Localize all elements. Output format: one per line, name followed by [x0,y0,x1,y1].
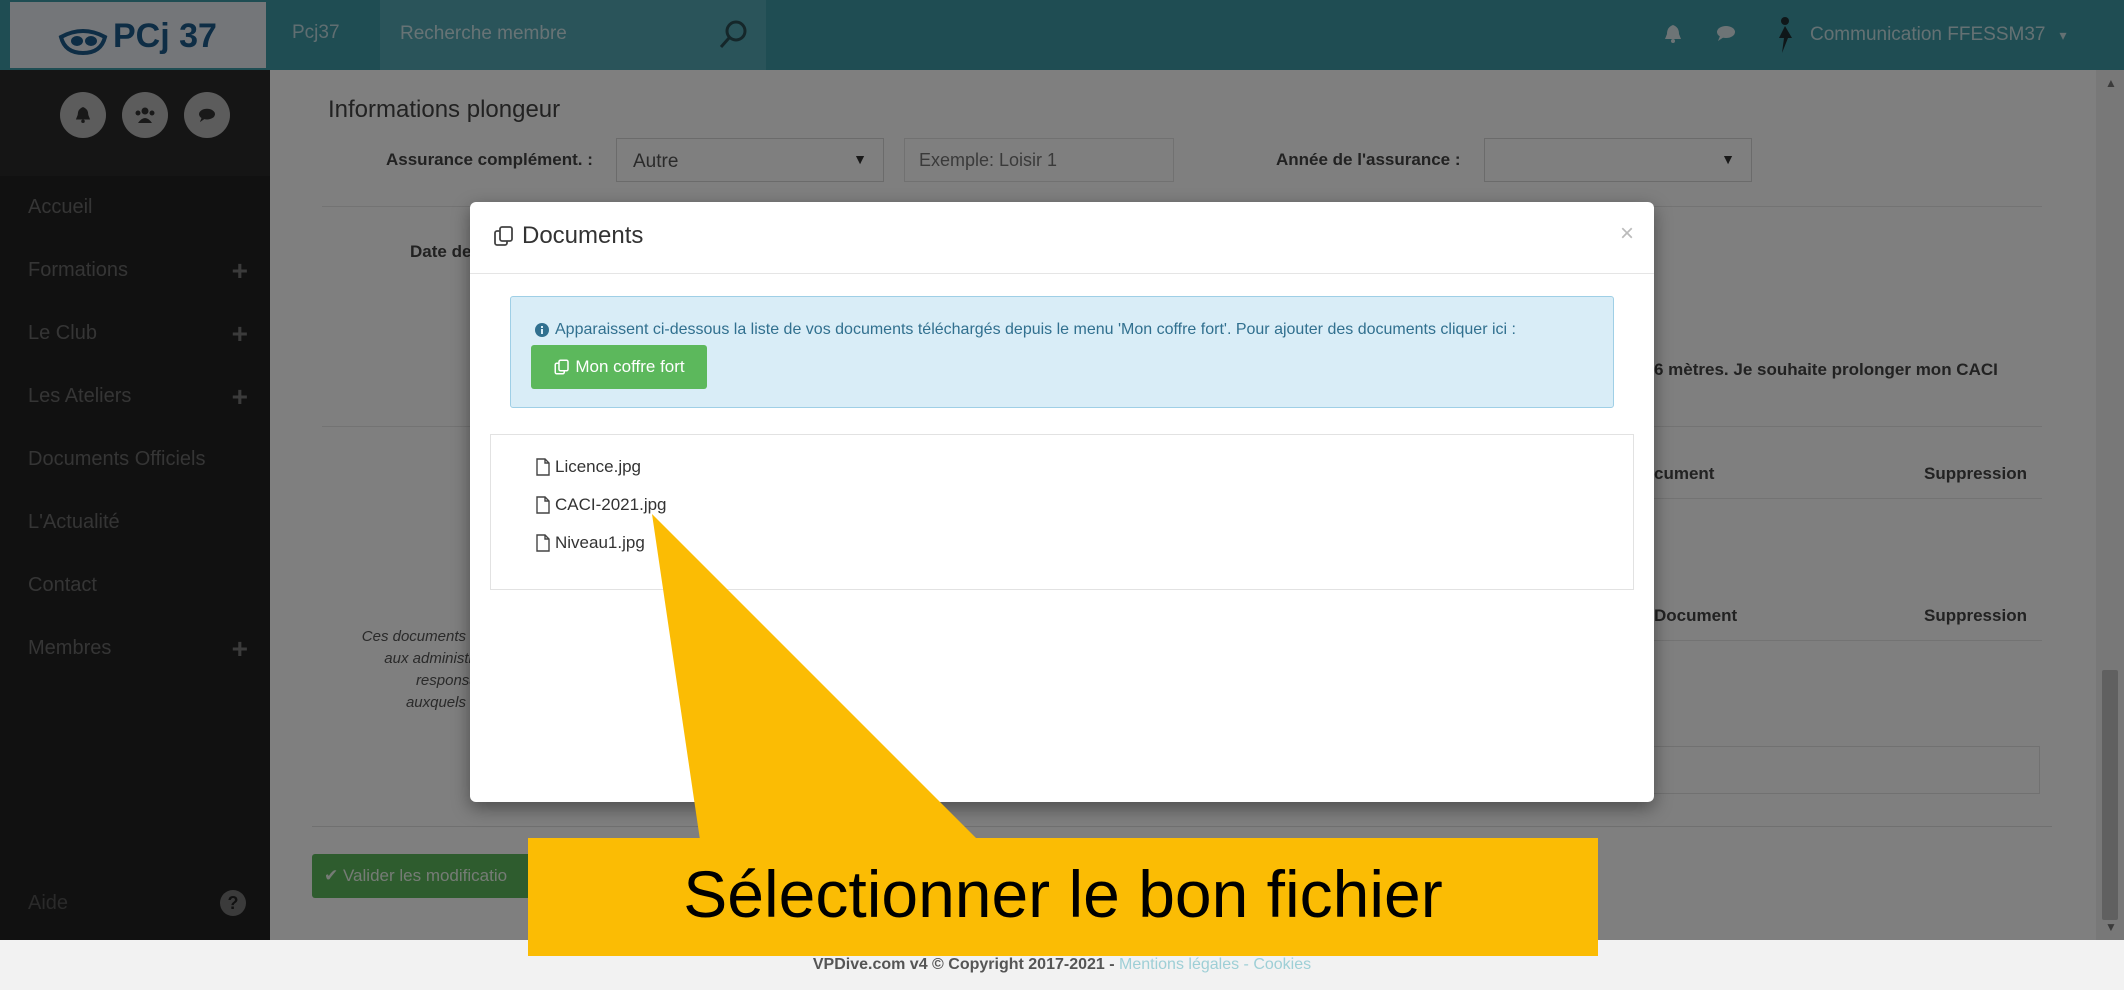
info-icon [535,323,549,337]
documents-modal: Documents × Apparaissent ci-dessous la l… [470,202,1654,802]
file-icon [536,496,550,514]
file-icon [536,534,550,552]
document-item-licence[interactable]: Licence.jpg [535,457,641,477]
mon-coffre-fort-label: Mon coffre fort [575,357,685,376]
document-item-niveau1[interactable]: Niveau1.jpg [535,533,645,553]
modal-header: Documents × [470,202,1654,274]
copy-icon [494,226,513,246]
modal-title: Documents [492,222,643,250]
document-name: Niveau1.jpg [555,533,645,552]
info-alert-text: Apparaissent ci-dessous la liste de vos … [535,321,1516,339]
footer: VPDive.com v4 © Copyright 2017-2021 - Me… [0,940,2124,990]
footer-copyright: VPDive.com v4 © Copyright 2017-2021 - [812,956,1120,973]
cookies-link[interactable]: Cookies [1253,956,1311,973]
document-name: Licence.jpg [555,457,642,476]
info-alert: Apparaissent ci-dessous la liste de vos … [510,296,1614,408]
modal-title-text: Documents [522,222,644,249]
document-item-caci[interactable]: CACI-2021.jpg [535,495,667,515]
footer-separator: - [1239,956,1254,973]
documents-list: Licence.jpg CACI-2021.jpg Niveau1.jpg [490,434,1634,590]
document-name: CACI-2021.jpg [555,495,667,514]
mentions-legales-link[interactable]: Mentions légales [1119,956,1239,973]
copy-icon [554,359,570,375]
mon-coffre-fort-button[interactable]: Mon coffre fort [531,345,707,389]
close-icon[interactable]: × [1620,220,1634,248]
file-icon [536,458,550,476]
info-text: Apparaissent ci-dessous la liste de vos … [555,321,1516,338]
